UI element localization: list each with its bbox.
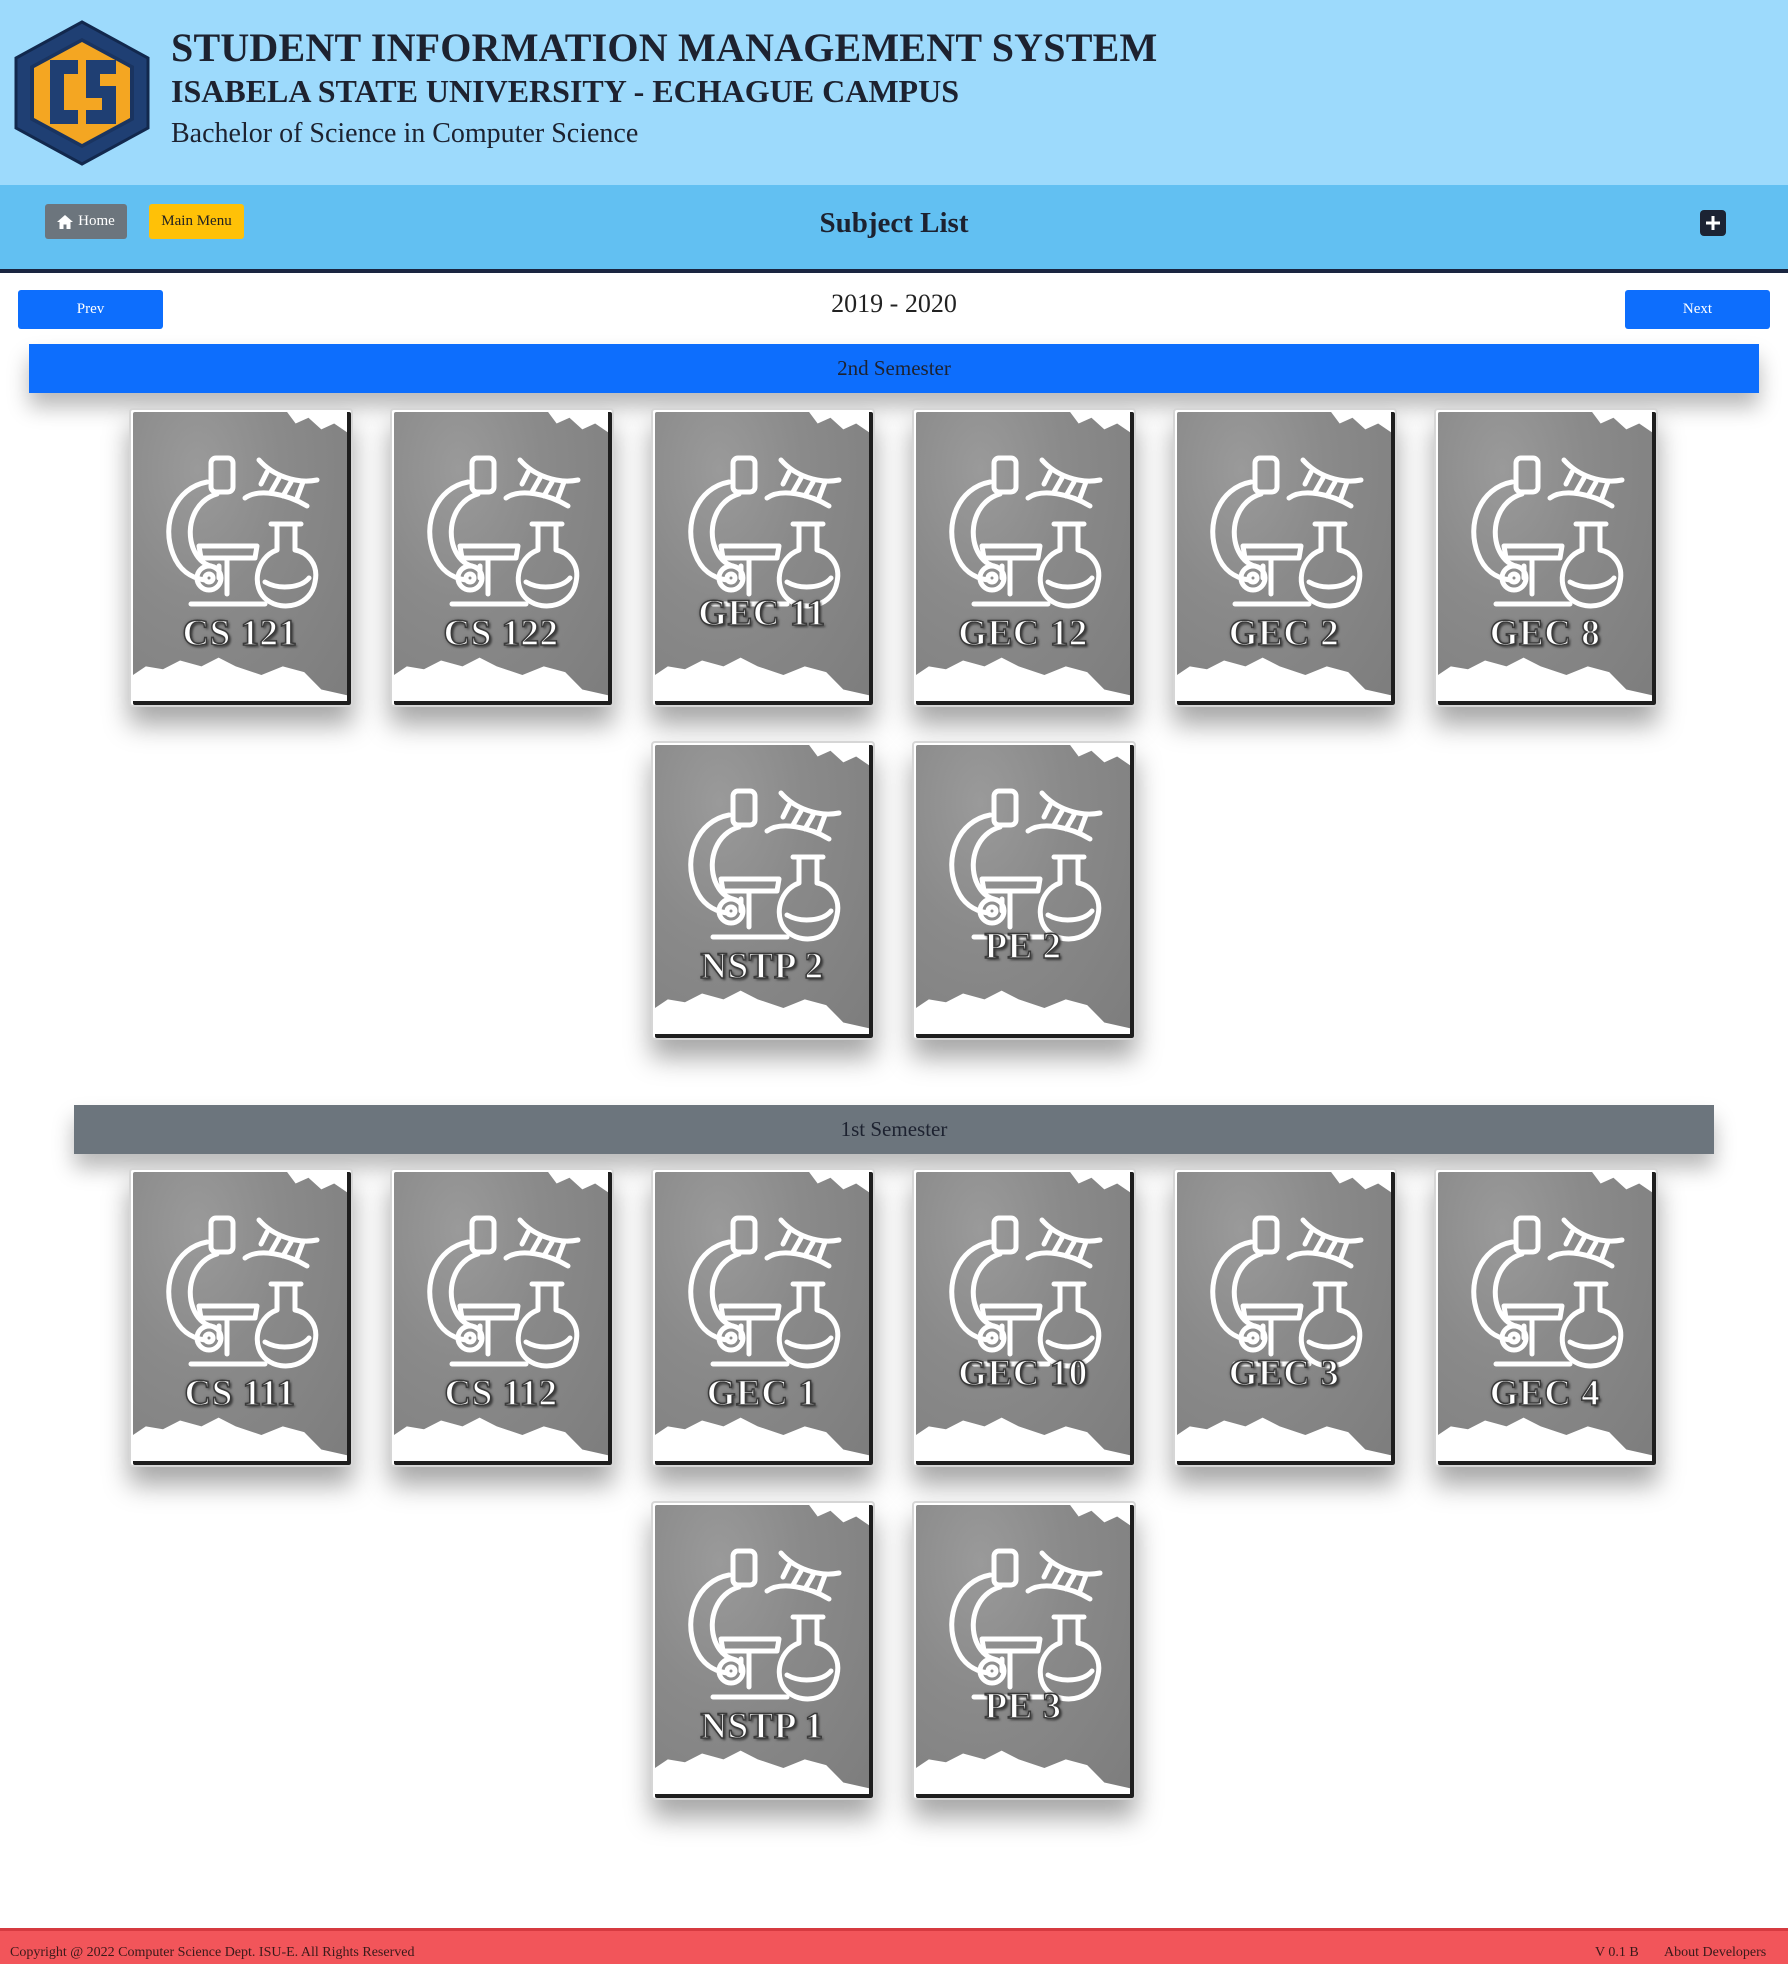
subject-code: CS 112 [444, 1372, 558, 1415]
science-lab-icon [677, 787, 845, 955]
app-header: STUDENT INFORMATION MANAGEMENT SYSTEM IS… [0, 0, 1788, 185]
card-frame: GEC 8 [1438, 412, 1656, 705]
system-title: STUDENT INFORMATION MANAGEMENT SYSTEM [171, 25, 1158, 70]
science-lab-icon [155, 1214, 323, 1382]
subject-card[interactable]: PE 3 [912, 1501, 1136, 1800]
science-lab-icon [938, 454, 1106, 622]
subject-card[interactable]: GEC 4 [1434, 1168, 1658, 1467]
card-frame: GEC 12 [916, 412, 1134, 705]
subject-code: NSTP 1 [700, 1705, 824, 1748]
subject-code: GEC 3 [1228, 1352, 1340, 1395]
subject-card[interactable]: GEC 1 [651, 1168, 875, 1467]
university-name: ISABELA STATE UNIVERSITY - ECHAGUE CAMPU… [171, 73, 959, 109]
subject-code: GEC 12 [958, 612, 1088, 655]
subject-code: GEC 2 [1228, 612, 1340, 655]
card-frame: NSTP 1 [655, 1505, 873, 1798]
science-lab-icon [155, 454, 323, 622]
subject-card[interactable]: GEC 3 [1173, 1168, 1397, 1467]
science-lab-icon [416, 1214, 584, 1382]
semester-header-1st: 1st Semester [74, 1105, 1714, 1154]
subject-code: GEC 4 [1489, 1372, 1601, 1415]
card-frame: GEC 10 [916, 1172, 1134, 1465]
card-frame: NSTP 2 [655, 745, 873, 1038]
subject-card[interactable]: GEC 10 [912, 1168, 1136, 1467]
semester-header-2nd: 2nd Semester [29, 344, 1759, 393]
science-lab-icon [1199, 454, 1367, 622]
program-name: Bachelor of Science in Computer Science [171, 118, 639, 149]
subject-code: GEC 1 [706, 1372, 818, 1415]
card-frame: CS 121 [133, 412, 351, 705]
subject-card[interactable]: GEC 8 [1434, 408, 1658, 707]
science-lab-icon [677, 1214, 845, 1382]
card-frame: CS 111 [133, 1172, 351, 1465]
subject-code: PE 2 [984, 925, 1062, 968]
card-frame: PE 2 [916, 745, 1134, 1038]
card-frame: GEC 4 [1438, 1172, 1656, 1465]
subject-code: CS 122 [443, 612, 559, 655]
card-frame: GEC 3 [1177, 1172, 1395, 1465]
science-lab-icon [1460, 1214, 1628, 1382]
science-lab-icon [416, 454, 584, 622]
subject-card[interactable]: GEC 2 [1173, 408, 1397, 707]
subject-card[interactable]: NSTP 1 [651, 1501, 875, 1800]
subject-code: GEC 10 [958, 1352, 1088, 1395]
subject-card[interactable]: CS 111 [129, 1168, 353, 1467]
card-frame: GEC 11 [655, 412, 873, 705]
nav-bar: Home Main Menu Subject List [0, 185, 1788, 273]
card-frame: GEC 2 [1177, 412, 1395, 705]
about-developers-link[interactable]: About Developers [1664, 1945, 1766, 1961]
subject-code: PE 3 [984, 1685, 1062, 1728]
science-lab-icon [677, 1547, 845, 1715]
subject-card[interactable]: PE 2 [912, 741, 1136, 1040]
subject-card[interactable]: GEC 12 [912, 408, 1136, 707]
card-frame: CS 122 [394, 412, 612, 705]
school-year-label: 2019 - 2020 [831, 289, 957, 318]
plus-square-icon[interactable] [1700, 210, 1726, 236]
card-frame: CS 112 [394, 1172, 612, 1465]
subject-card[interactable]: CS 112 [390, 1168, 614, 1467]
footer: Copyright @ 2022 Computer Science Dept. … [0, 1928, 1788, 1964]
version-label: V 0.1 B [1595, 1945, 1639, 1960]
science-lab-icon [1460, 454, 1628, 622]
subject-card[interactable]: GEC 11 [651, 408, 875, 707]
subject-code: CS 121 [182, 612, 298, 655]
card-frame: PE 3 [916, 1505, 1134, 1798]
card-frame: GEC 1 [655, 1172, 873, 1465]
subject-code: NSTP 2 [700, 945, 824, 988]
cs-hexagon-logo-icon [14, 20, 150, 166]
subject-code: GEC 8 [1489, 612, 1601, 655]
next-year-button[interactable]: Next [1625, 290, 1770, 329]
subject-code: CS 111 [184, 1372, 296, 1415]
subject-code: GEC 11 [698, 592, 826, 635]
copyright-text: Copyright @ 2022 Computer Science Dept. … [10, 1945, 415, 1960]
subject-card[interactable]: NSTP 2 [651, 741, 875, 1040]
page-title: Subject List [819, 207, 969, 239]
subject-card[interactable]: CS 122 [390, 408, 614, 707]
subject-card[interactable]: CS 121 [129, 408, 353, 707]
